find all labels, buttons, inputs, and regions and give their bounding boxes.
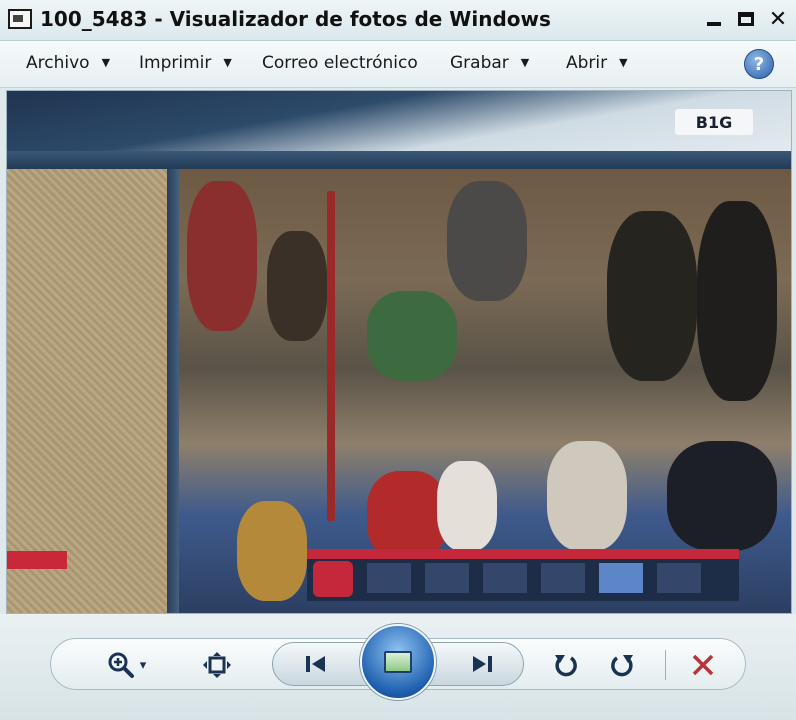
- photo-viewer-window: 100_5483 - Visualizador de fotos de Wind…: [0, 0, 796, 720]
- maximize-button[interactable]: [732, 6, 760, 32]
- photo-figure: [267, 231, 327, 341]
- chevron-down-icon: ▼: [520, 56, 530, 69]
- photo-display[interactable]: B1G: [6, 90, 792, 614]
- photo-team-logo: [313, 561, 353, 597]
- rotate-left-button[interactable]: [550, 650, 580, 680]
- menu-archivo-label: Archivo: [26, 53, 90, 73]
- zoom-icon: [108, 652, 134, 678]
- photo-score-cell: [425, 563, 469, 593]
- zoom-button[interactable]: ▾: [98, 650, 154, 680]
- title-bar[interactable]: 100_5483 - Visualizador de fotos de Wind…: [0, 0, 796, 41]
- photo-score-cell: [541, 563, 585, 593]
- photo-figure: [697, 201, 777, 401]
- help-button[interactable]: ?: [744, 49, 774, 79]
- delete-icon: [692, 654, 714, 676]
- close-icon: ✕: [768, 6, 788, 32]
- slideshow-button[interactable]: [360, 624, 436, 700]
- menu-imprimir-label: Imprimir: [139, 53, 212, 73]
- chevron-down-icon: ▼: [101, 56, 111, 69]
- toolbar-separator: [665, 650, 666, 680]
- photo-figure: [187, 181, 257, 331]
- delete-button[interactable]: [688, 650, 718, 680]
- photo-figure: [447, 181, 527, 301]
- photo-figure: [367, 291, 457, 381]
- next-button[interactable]: [462, 650, 502, 678]
- menu-abrir-label: Abrir: [566, 53, 608, 73]
- next-icon: [473, 656, 492, 672]
- photo-figure: [437, 461, 497, 551]
- photo-score-stripe: [307, 549, 739, 559]
- broadcast-logo: B1G: [675, 109, 753, 135]
- rotate-left-icon: [555, 655, 577, 677]
- photo-score-cell: [657, 563, 701, 593]
- window-title: 100_5483 - Visualizador de fotos de Wind…: [40, 7, 551, 31]
- menu-grabar[interactable]: Grabar ▼: [450, 53, 529, 73]
- rotate-right-icon: [611, 655, 633, 677]
- window-controls: ✕: [700, 6, 792, 32]
- menu-archivo[interactable]: Archivo ▼: [26, 53, 110, 73]
- photo-figure: [367, 471, 447, 561]
- photo-score-cell: [483, 563, 527, 593]
- photo-pole: [327, 191, 335, 521]
- photo-figure: [547, 441, 627, 551]
- menu-imprimir[interactable]: Imprimir ▼: [139, 53, 232, 73]
- menu-grabar-label: Grabar: [450, 53, 509, 73]
- chevron-down-icon: ▼: [223, 56, 232, 69]
- menu-correo-label: Correo electrónico: [262, 53, 418, 73]
- photo-divider: [167, 169, 179, 613]
- maximize-icon: [738, 12, 754, 26]
- previous-icon: [306, 656, 325, 672]
- photo-viewer-app-icon[interactable]: [8, 9, 32, 29]
- close-button[interactable]: ✕: [764, 6, 792, 32]
- photo-left-red-strip: [7, 551, 67, 569]
- photo-figure: [607, 211, 697, 381]
- minimize-button[interactable]: [700, 6, 728, 32]
- previous-button[interactable]: [296, 650, 336, 678]
- actual-size-button[interactable]: [200, 650, 234, 680]
- photo-score-cell: [367, 563, 411, 593]
- slideshow-icon: [384, 651, 412, 673]
- minimize-icon: [707, 22, 721, 26]
- chevron-down-icon: ▼: [619, 56, 628, 69]
- help-icon: ?: [753, 53, 765, 75]
- photo-score-cell: [599, 563, 643, 593]
- chevron-down-icon: ▾: [139, 657, 147, 673]
- photo-figure: [237, 501, 307, 601]
- menu-abrir[interactable]: Abrir ▼: [566, 53, 628, 73]
- menu-correo-electronico[interactable]: Correo electrónico: [262, 53, 418, 73]
- photo-figure: [667, 441, 777, 551]
- bottom-toolbar: ▾: [0, 614, 796, 720]
- photo-left-wall: [7, 169, 167, 613]
- rotate-right-button[interactable]: [608, 650, 638, 680]
- menu-bar: Archivo ▼ Imprimir ▼ Correo electrónico Gr…: [0, 41, 796, 88]
- actual-size-icon: [203, 652, 231, 678]
- photo-top-band: [7, 151, 791, 169]
